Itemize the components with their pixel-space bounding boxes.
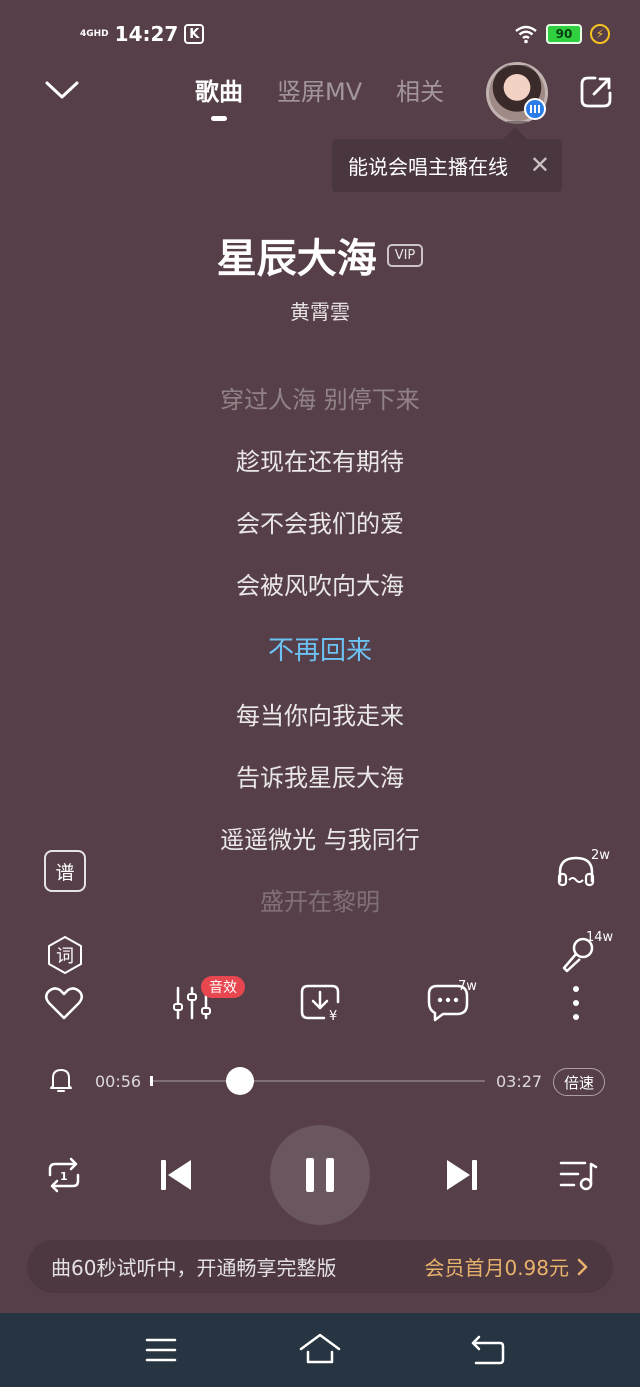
listen-count: 2w <box>591 848 610 863</box>
score-button[interactable]: 谱 <box>44 850 86 892</box>
lyric-line[interactable]: 会不会我们的爱 <box>0 504 640 539</box>
progress-track[interactable] <box>150 1080 485 1082</box>
comment-count: 7w <box>458 979 477 994</box>
lyric-line[interactable]: 遥遥微光 与我同行 <box>0 820 640 855</box>
wifi-icon <box>515 25 537 44</box>
trial-banner[interactable]: 曲60秒试听中，开通畅享完整版 会员首月0.98元 <box>27 1240 613 1293</box>
lyric-poster-button[interactable]: 词 <box>44 934 86 976</box>
score-label: 谱 <box>55 861 75 884</box>
vip-offer: 会员首月0.98元 <box>424 1256 569 1280</box>
lyric-label: 词 <box>56 946 74 967</box>
lyric-line[interactable]: 每当你向我走来 <box>0 696 640 731</box>
play-pause-button[interactable] <box>270 1125 370 1225</box>
tab-related[interactable]: 相关 <box>396 72 444 107</box>
tab-song[interactable]: 歌曲 <box>195 72 243 107</box>
song-title: 星辰大海 <box>216 236 377 282</box>
tab-indicator <box>211 116 227 121</box>
lyric-line[interactable]: 穿过人海 别停下来 <box>0 380 640 415</box>
lyric-line-current[interactable]: 不再回来 <box>0 630 640 667</box>
previous-track-icon[interactable] <box>158 1157 194 1193</box>
sound-effect-badge: 音效 <box>201 976 245 998</box>
vip-badge: VIP <box>386 243 424 267</box>
current-time: 00:56 <box>95 1072 142 1091</box>
live-indicator-icon <box>524 98 546 120</box>
vip-offer-link[interactable]: 会员首月0.98元 <box>424 1252 589 1281</box>
status-bar-left: 4GHD 14:27 K <box>80 22 205 46</box>
app-badge: K <box>184 24 205 44</box>
svg-text:¥: ¥ <box>329 1009 337 1024</box>
song-header: 星辰大海 VIP <box>0 226 640 284</box>
heart-icon[interactable] <box>44 985 84 1021</box>
next-track-icon[interactable] <box>444 1157 480 1193</box>
repeat-one-icon[interactable]: 1 <box>44 1155 84 1195</box>
share-icon[interactable] <box>578 74 614 110</box>
speed-label: 倍速 <box>563 1073 594 1092</box>
tab-vertical-mv[interactable]: 竖屏MV <box>277 72 362 107</box>
progress-knob[interactable] <box>226 1067 255 1095</box>
lyric-line[interactable]: 趁现在还有期待 <box>0 442 640 477</box>
artist-name[interactable]: 黄霄雲 <box>0 296 640 325</box>
bell-icon[interactable] <box>48 1066 74 1094</box>
collapse-chevron-icon[interactable] <box>44 78 80 102</box>
status-time: 14:27 <box>114 22 179 46</box>
home-icon[interactable] <box>298 1332 342 1366</box>
playlist-icon[interactable] <box>558 1158 598 1192</box>
charging-icon: ⚡ <box>590 24 610 44</box>
speed-button[interactable]: 倍速 <box>553 1068 605 1096</box>
progress-fill <box>150 1076 153 1086</box>
tooltip-arrow <box>503 127 527 139</box>
menu-icon[interactable] <box>144 1336 178 1364</box>
chevron-right-icon <box>577 1258 588 1275</box>
battery-icon: 90 <box>546 24 582 44</box>
tooltip-text: 能说会唱主播在线 <box>348 155 508 179</box>
back-icon[interactable] <box>470 1334 506 1366</box>
pause-icon <box>306 1158 334 1192</box>
lyric-line[interactable]: 告诉我星辰大海 <box>0 758 640 793</box>
download-paid-icon[interactable]: ¥ <box>300 982 344 1024</box>
sing-count: 14w <box>586 930 614 945</box>
lyric-line[interactable]: 会被风吹向大海 <box>0 566 640 601</box>
trial-message: 曲60秒试听中，开通畅享完整版 <box>51 1256 337 1280</box>
lyric-line[interactable]: 盛开在黎明 <box>0 882 640 917</box>
network-indicator: 4GHD <box>80 28 109 39</box>
status-bar-right: 90 ⚡ <box>514 24 610 44</box>
live-tooltip: 能说会唱主播在线 ✕ <box>332 139 562 192</box>
total-time: 03:27 <box>496 1072 543 1091</box>
close-icon[interactable]: ✕ <box>530 151 550 179</box>
svg-text:1: 1 <box>60 1170 68 1183</box>
more-icon[interactable] <box>566 984 586 1022</box>
